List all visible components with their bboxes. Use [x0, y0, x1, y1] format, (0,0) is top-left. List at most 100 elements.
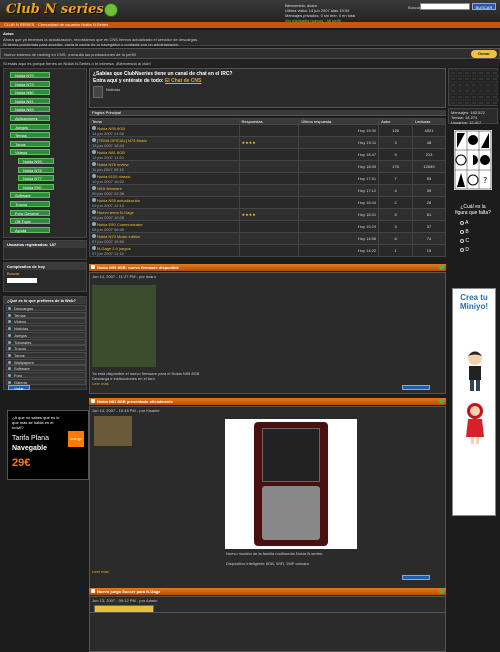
- donate-button[interactable]: Donar: [471, 50, 497, 58]
- post1-reply-button[interactable]: [402, 385, 430, 390]
- quick-poll-option[interactable]: Noticias: [6, 325, 86, 332]
- radio-icon[interactable]: [8, 327, 11, 331]
- thread-title[interactable]: Nokia N81 8GB: [97, 150, 125, 155]
- poll-option[interactable]: C: [460, 238, 492, 244]
- thread-cell[interactable]: Nokia N70 Music edition 07 jun 2007 19:55: [89, 232, 240, 245]
- calendar-day[interactable]: [485, 101, 491, 105]
- calendar-day[interactable]: [492, 95, 498, 99]
- thread-title[interactable]: N93i firmware: [97, 186, 122, 191]
- thread-cell[interactable]: Nokia N95 8GB 14 jun 2007 21:06: [89, 124, 240, 137]
- thread-title[interactable]: Nokia N70 Music edition: [97, 234, 140, 239]
- calendar-day[interactable]: [471, 89, 477, 93]
- sidebar-category[interactable]: Juegos: [10, 123, 50, 130]
- thread-row[interactable]: Nokia N95 8GB 14 jun 2007 21:06 Hoy 19:30 1…: [89, 124, 446, 137]
- view-icon[interactable]: [439, 589, 444, 594]
- thread-cell[interactable]: Nokia N81 8GB 12 jun 2007 11:20: [89, 148, 240, 161]
- radio-icon[interactable]: [8, 360, 11, 364]
- post1-title[interactable]: Nokia N95 8GB: nuevo firmware disponible: [97, 265, 179, 270]
- calendar-day[interactable]: [471, 77, 477, 81]
- sidebar-category[interactable]: Trucos: [10, 201, 50, 207]
- calendar-day[interactable]: [478, 71, 484, 75]
- thread-last-post[interactable]: Hoy 18:05: [298, 160, 380, 173]
- thread-row[interactable]: Nokia 6120 classic 10 jun 2007 16:02 Hoy 1…: [89, 172, 446, 185]
- calendar-day[interactable]: [464, 83, 470, 87]
- thread-last-post[interactable]: Hoy 17:12: [298, 184, 380, 197]
- view-icon[interactable]: [439, 265, 444, 270]
- calendar-day[interactable]: [457, 101, 463, 105]
- post2-more-link[interactable]: Leer más: [92, 569, 109, 574]
- calendar-day[interactable]: [450, 83, 456, 87]
- sidebar-category[interactable]: Software: [10, 192, 50, 199]
- sidebar-category[interactable]: Foro General: [10, 209, 50, 216]
- post1-more-link[interactable]: Leer más: [92, 381, 109, 386]
- calendar-day[interactable]: [492, 83, 498, 87]
- thread-row[interactable]: N-Gage 2.0 juegos 07 jun 2007 11:16 Hoy 14…: [89, 244, 446, 257]
- calendar-day[interactable]: [450, 89, 456, 93]
- irc-link[interactable]: El Chat de CNS: [165, 78, 201, 84]
- sidebar-category[interactable]: Videos: [10, 149, 50, 156]
- quick-poll-option[interactable]: Wallpapers: [6, 358, 86, 365]
- radio-icon[interactable]: [8, 367, 11, 371]
- thread-title[interactable]: Nokia N95 8GB: [97, 126, 125, 131]
- calendar-day[interactable]: [478, 89, 484, 93]
- thread-cell[interactable]: Nokia 6120 classic 10 jun 2007 16:02: [89, 172, 240, 185]
- thread-row[interactable]: N93i firmware 09 jun 2007 22:38 Hoy 17:12 4…: [89, 184, 446, 197]
- quick-poll-option[interactable]: Temas: [6, 311, 86, 318]
- post2-title[interactable]: Nokia N81 8GB presentado oficialmente: [97, 399, 173, 404]
- calendar-day[interactable]: [471, 71, 477, 75]
- thread-title[interactable]: N-Gage 2.0 juegos: [97, 246, 131, 251]
- radio-icon[interactable]: [460, 238, 464, 243]
- site-logo[interactable]: Club N series: [6, 2, 104, 17]
- radio-icon[interactable]: [8, 353, 11, 357]
- header-search-input[interactable]: [420, 3, 470, 10]
- post1-screenshot[interactable]: [92, 285, 156, 367]
- calendar-day[interactable]: [478, 95, 484, 99]
- calendar-day[interactable]: [464, 95, 470, 99]
- post2-reply-button[interactable]: [402, 575, 430, 580]
- thread-title[interactable]: Nokia E90 Communicator: [97, 222, 143, 227]
- thread-last-post[interactable]: Hoy 19:30: [298, 124, 380, 137]
- sidebar-category[interactable]: Off-Topic: [10, 218, 50, 225]
- radio-icon[interactable]: [460, 229, 464, 234]
- thread-row[interactable]: Nokia N76 review 11 jun 2007 09:15 Hoy 18:…: [89, 160, 446, 173]
- quick-poll-option[interactable]: Galeria: [6, 378, 86, 385]
- sidebar-search-input[interactable]: [7, 278, 37, 283]
- quick-poll-option[interactable]: Juegos: [6, 331, 86, 338]
- post3-title[interactable]: Nuevo juego Soccer para N-Gage: [97, 589, 160, 594]
- sidebar-category[interactable]: Nokia E90: [18, 183, 54, 190]
- poll-option[interactable]: D: [460, 247, 492, 253]
- quick-poll-option[interactable]: Tonos: [6, 351, 86, 358]
- radio-icon[interactable]: [460, 220, 464, 225]
- radio-icon[interactable]: [8, 374, 11, 377]
- calendar-day[interactable]: [464, 101, 470, 105]
- quick-poll-option[interactable]: Videos: [6, 318, 86, 325]
- calendar-day[interactable]: [485, 95, 491, 99]
- calendar-day[interactable]: [457, 95, 463, 99]
- thread-row[interactable]: Nuevo tema N-Gage 08 jun 2007 10:05 ★★★★ Ho…: [89, 208, 446, 221]
- poll-option[interactable]: A: [460, 220, 492, 226]
- calendar-day[interactable]: [485, 77, 491, 81]
- quick-poll-vote-button[interactable]: Votar: [8, 385, 30, 391]
- quick-poll-option[interactable]: Foro: [6, 372, 86, 378]
- sidebar-category[interactable]: Aplicaciones: [10, 115, 50, 121]
- thread-last-post[interactable]: Hoy 16:44: [298, 196, 380, 209]
- sidebar-category[interactable]: Nokia N93: [10, 106, 50, 113]
- thread-title[interactable]: Nokia N95 actualización: [97, 198, 140, 203]
- soccer-banner[interactable]: SOCCER: [94, 605, 154, 612]
- calendar-day[interactable]: [457, 77, 463, 81]
- orange-advert[interactable]: ¿A que no sabes qué es lo que más se hab…: [7, 410, 89, 480]
- thread-last-post[interactable]: Hoy 17:51: [298, 172, 380, 185]
- radio-icon[interactable]: [8, 320, 11, 324]
- sidebar-category[interactable]: Temas: [10, 132, 50, 139]
- sidebar-category[interactable]: Nokia N95: [18, 158, 54, 164]
- calendar-day[interactable]: [464, 89, 470, 93]
- calendar-day[interactable]: [471, 95, 477, 99]
- thread-last-post[interactable]: Hoy 16:01: [298, 208, 380, 221]
- thread-cell[interactable]: Nuevo tema N-Gage 08 jun 2007 10:05: [89, 208, 240, 221]
- calendar-day[interactable]: [485, 83, 491, 87]
- calendar-day[interactable]: [478, 77, 484, 81]
- sidebar-category[interactable]: Nokia N77: [18, 175, 54, 182]
- miniyo-advert[interactable]: Crea tu Miniyo!: [452, 288, 496, 516]
- radio-icon[interactable]: [8, 307, 11, 310]
- calendar-day[interactable]: [492, 101, 498, 105]
